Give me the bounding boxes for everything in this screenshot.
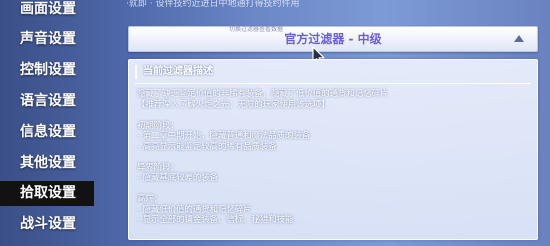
description-body: 隐藏了缺乏鉴定价值的非稀有装备，隐藏了低价值的通货和记忆碎片 【推荐深入了解火炬… <box>137 88 529 225</box>
sidebar-item-info[interactable]: 信息设置 <box>0 120 94 145</box>
top-hint-text: ·就即 · 设伴技约近进日中地通打得技约件用 <box>126 0 300 8</box>
sidebar-item-controls[interactable]: 控制设置 <box>0 58 94 83</box>
filter-description-panel: 当前过滤器描述 隐藏了缺乏鉴定价值的非稀有装备，隐藏了低价值的通货和记忆碎片 【… <box>128 59 538 240</box>
description-divider <box>135 83 531 84</box>
description-line <box>137 183 529 194</box>
description-line: - 显示全部的镶金装备、信标、秘猎和技能 <box>137 214 294 224</box>
description-heading: 当前过滤器描述 <box>135 65 213 79</box>
sidebar-item-sound[interactable]: 声音设置 <box>0 27 94 52</box>
description-line <box>137 109 529 120</box>
description-line: - 高亮显示能鉴定较高的稀有品质装备 <box>137 140 277 151</box>
description-line: - 隐藏低价值的通货和记忆碎片 <box>137 203 252 214</box>
sidebar-item-loot[interactable]: 拾取设置 <box>0 181 94 206</box>
description-line: - 隐藏基底较差的装备 <box>137 172 219 182</box>
sidebar-item-combat[interactable]: 战斗设置 <box>0 212 94 237</box>
description-line: 高端： <box>137 193 163 203</box>
chevron-up-icon[interactable] <box>514 35 524 42</box>
sidebar-item-other[interactable]: 其他设置 <box>0 151 94 176</box>
description-line: 【推荐深入了解火炬之光：无限的玩家使用该选项】 <box>137 98 330 109</box>
description-line: 隐藏了缺乏鉴定价值的非稀有装备，隐藏了低价值的通货和记忆碎片 <box>137 88 389 98</box>
settings-sidebar: 画面设置 声音设置 控制设置 语言设置 信息设置 其他设置 拾取设置 战斗设置 <box>0 0 100 246</box>
filter-selected-value: 官方过滤器 - 中级 <box>284 32 382 46</box>
filter-dropdown[interactable]: 切换过滤器查看数据 官方过滤器 - 中级 <box>128 26 538 52</box>
description-line: - 第二章中期开始，隐藏普通和魔法品质的装备 <box>137 130 311 140</box>
description-line <box>137 151 529 162</box>
sidebar-item-graphics[interactable]: 画面设置 <box>0 0 94 22</box>
description-line: 初期阶段： <box>137 119 179 130</box>
sidebar-item-language[interactable]: 语言设置 <box>0 89 94 114</box>
description-line: 异界阶段： <box>137 161 179 172</box>
